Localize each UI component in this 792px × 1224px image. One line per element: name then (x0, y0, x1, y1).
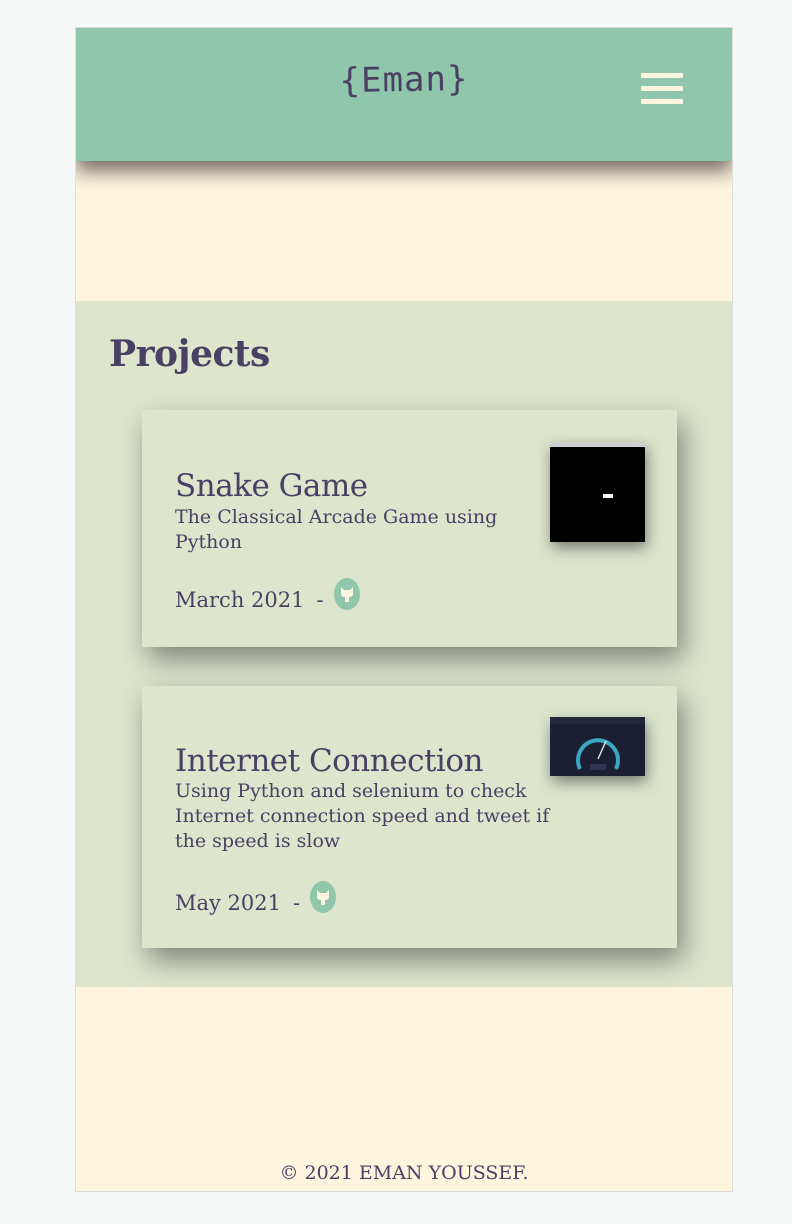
site-logo[interactable]: {Eman} (76, 54, 732, 105)
project-date: March 2021 (175, 588, 305, 612)
phone-viewport: {Eman} Projects Snake Game The Classical… (75, 27, 733, 1192)
snake-segment (603, 494, 613, 498)
project-meta: May 2021 - (175, 881, 337, 919)
speedometer-graphic (550, 717, 645, 770)
projects-section: Projects Snake Game The Classical Arcade… (76, 301, 732, 987)
site-footer: © 2021 EMAN YOUSSEF. (279, 1162, 529, 1184)
speedtest-thumbnail[interactable] (550, 717, 645, 776)
project-description: The Classical Arcade Game using Python (175, 506, 498, 553)
project-title: Internet Connection (175, 743, 483, 779)
hamburger-menu-icon[interactable] (641, 73, 686, 105)
github-icon[interactable] (333, 578, 360, 610)
github-icon[interactable] (310, 881, 337, 913)
menu-bar-middle (641, 86, 683, 91)
project-date: May 2021 (175, 891, 282, 915)
project-description: Using Python and selenium to check Inter… (175, 780, 550, 852)
project-title: Snake Game (175, 468, 368, 504)
snake-game-thumbnail[interactable] (550, 442, 645, 542)
menu-bar-bottom (641, 99, 683, 104)
projects-heading: Projects (109, 333, 270, 375)
github-cat-shape (317, 890, 330, 905)
project-meta: March 2021 - (175, 578, 360, 616)
project-card-internet-connection: Internet Connection Using Python and sel… (142, 686, 677, 948)
menu-bar-top (641, 73, 683, 78)
meta-separator: - (293, 891, 301, 915)
meta-separator: - (316, 588, 324, 612)
github-cat-shape (340, 587, 353, 602)
window-titlebar (550, 442, 645, 447)
project-card-snake-game: Snake Game The Classical Arcade Game usi… (142, 410, 677, 647)
top-navbar: {Eman} (76, 28, 732, 161)
